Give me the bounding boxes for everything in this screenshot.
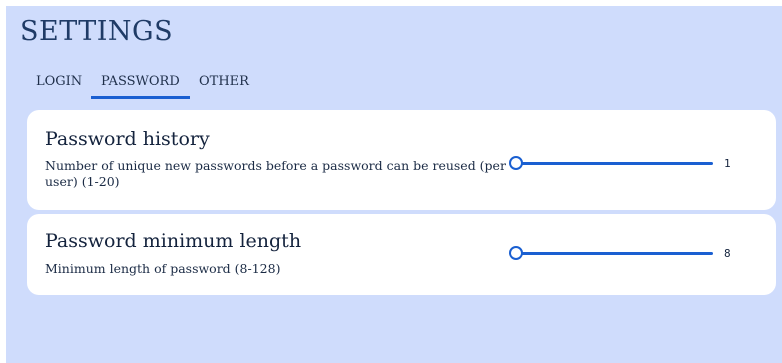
slider-value: 8: [724, 247, 731, 260]
setting-card-password-min-length: Password minimum length Minimum length o…: [27, 214, 776, 295]
password-min-length-slider[interactable]: [509, 246, 713, 262]
settings-screen: SETTINGS LOGIN PASSWORD OTHER Password h…: [6, 6, 782, 363]
tab-password[interactable]: PASSWORD: [101, 74, 180, 89]
active-tab-indicator: [91, 96, 190, 99]
slider-track: [516, 252, 713, 255]
tab-login[interactable]: LOGIN: [36, 74, 82, 89]
tab-other[interactable]: OTHER: [199, 74, 249, 89]
slider-value: 1: [724, 157, 731, 170]
slider-thumb[interactable]: [509, 156, 523, 170]
page-title: SETTINGS: [20, 16, 174, 47]
slider-thumb[interactable]: [509, 246, 523, 260]
setting-card-password-history: Password history Number of unique new pa…: [27, 110, 776, 210]
setting-title: Password minimum length: [45, 230, 302, 252]
slider-track: [516, 162, 713, 165]
password-history-slider[interactable]: [509, 156, 713, 172]
setting-description: Minimum length of password (8-128): [45, 261, 281, 276]
setting-description: Number of unique new passwords before a …: [45, 158, 506, 189]
setting-title: Password history: [45, 128, 210, 150]
